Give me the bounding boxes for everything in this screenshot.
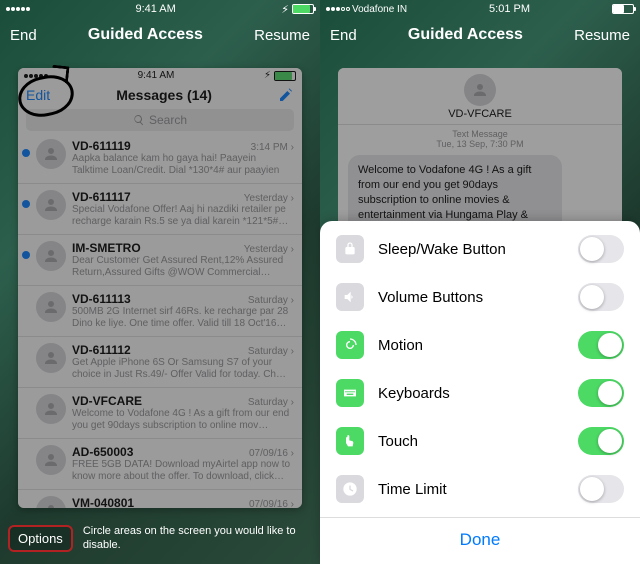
avatar	[36, 190, 66, 220]
time: Saturday ›	[248, 295, 294, 306]
avatar	[36, 445, 66, 475]
options-sheet: Sleep/Wake Button Volume Buttons Motion Key…	[320, 221, 640, 564]
avatar	[36, 394, 66, 424]
preview: Aapka balance kam ho gaya hai! Paayein T…	[72, 153, 294, 177]
time-icon	[336, 475, 364, 503]
avatar	[36, 292, 66, 322]
search-icon	[133, 114, 145, 126]
end-button[interactable]: End	[10, 27, 37, 44]
option-row: Time Limit	[320, 465, 640, 513]
time: 3:14 PM ›	[251, 142, 294, 153]
message-row[interactable]: VD-611119 3:14 PM ›Aapka balance kam ho g…	[18, 133, 302, 184]
status-bar: Vodafone IN 5:01 PM	[320, 0, 640, 18]
toggle-switch[interactable]	[578, 235, 624, 263]
unread-dot	[22, 251, 30, 259]
time: 07/09/16 ›	[249, 448, 294, 459]
message-row[interactable]: VM-04080107/09/16 ›Book Train tkts with …	[18, 490, 302, 508]
preview: Special Vodafone Offer! Aaj hi nazdiki r…	[72, 204, 294, 228]
ga-title: Guided Access	[88, 26, 203, 44]
preview: FREE 5GB DATA! Download myAirtel app now…	[72, 459, 294, 483]
status-time: 9:41 AM	[135, 3, 175, 15]
preview: Get Apple iPhone 6S Or Samsung S7 of you…	[72, 357, 294, 381]
time: Saturday ›	[248, 397, 294, 408]
time: Yesterday ›	[244, 244, 294, 255]
sender: VD-611117	[72, 190, 131, 204]
search-input[interactable]: Search	[26, 109, 294, 131]
avatar	[36, 496, 66, 508]
options-button[interactable]: Options	[8, 525, 73, 552]
preview: Dear Customer Get Assured Rent,12% Assur…	[72, 255, 294, 279]
toggle-switch[interactable]	[578, 331, 624, 359]
message-row[interactable]: VD-611113 Saturday ›500MB 2G Internet sir…	[18, 286, 302, 337]
avatar	[36, 139, 66, 169]
compose-icon[interactable]	[278, 87, 294, 103]
motion-icon	[336, 331, 364, 359]
guided-access-header: End Guided Access Resume	[320, 18, 640, 52]
option-label: Sleep/Wake Button	[378, 241, 564, 258]
unread-dot	[22, 149, 30, 157]
message-row[interactable]: VD-611117 Yesterday ›Special Vodafone Off…	[18, 184, 302, 235]
edit-button[interactable]: Edit	[26, 87, 50, 103]
contact-name: VD-VFCARE	[448, 108, 512, 120]
time: Yesterday ›	[244, 193, 294, 204]
resume-button[interactable]: Resume	[574, 27, 630, 44]
message-row[interactable]: VD-VFCARE Saturday ›Welcome to Vodafone 4…	[18, 388, 302, 439]
avatar	[36, 241, 66, 271]
message-row[interactable]: VD-611112 Saturday ›Get Apple iPhone 6S O…	[18, 337, 302, 388]
left-phone: 9:41 AM ⚡︎ End Guided Access Resume 9:41…	[0, 0, 320, 564]
messages-title: Messages (14)	[50, 87, 278, 103]
end-button[interactable]: End	[330, 27, 357, 44]
option-row: Volume Buttons	[320, 273, 640, 321]
option-row: Sleep/Wake Button	[320, 225, 640, 273]
unread-dot	[22, 200, 30, 208]
preview: Welcome to Vodafone 4G ! As a gift from …	[72, 408, 294, 432]
guided-access-header: End Guided Access Resume	[0, 18, 320, 52]
touch-icon	[336, 427, 364, 455]
sender: VD-611119	[72, 139, 131, 153]
toggle-switch[interactable]	[578, 379, 624, 407]
inner-status-bar: 9:41 AM ⚡︎	[18, 68, 302, 83]
time: 07/09/16 ›	[249, 499, 294, 508]
status-time: 5:01 PM	[489, 3, 530, 15]
sender: VM-040801	[72, 496, 134, 508]
message-row[interactable]: AD-650003 07/09/16 ›FREE 5GB DATA! Downlo…	[18, 439, 302, 490]
keyboard-icon	[336, 379, 364, 407]
sender: IM-SMETRO	[72, 241, 141, 255]
option-label: Touch	[378, 433, 564, 450]
done-button[interactable]: Done	[320, 517, 640, 564]
messages-app-preview: 9:41 AM ⚡︎ Edit Messages (14) Search VD-…	[18, 68, 302, 508]
toggle-switch[interactable]	[578, 283, 624, 311]
bottom-bar: Options Circle areas on the screen you w…	[0, 512, 320, 564]
toggle-switch[interactable]	[578, 475, 624, 503]
option-row: Keyboards	[320, 369, 640, 417]
option-label: Motion	[378, 337, 564, 354]
resume-button[interactable]: Resume	[254, 27, 310, 44]
option-row: Motion	[320, 321, 640, 369]
toggle-switch[interactable]	[578, 427, 624, 455]
sender: AD-650003	[72, 445, 133, 459]
option-row: Touch	[320, 417, 640, 465]
preview: 500MB 2G Internet sirf 46Rs. ke recharge…	[72, 306, 294, 330]
status-bar: 9:41 AM ⚡︎	[0, 0, 320, 18]
option-label: Time Limit	[378, 481, 564, 498]
hint-text: Circle areas on the screen you would lik…	[83, 524, 312, 553]
contact-avatar	[464, 74, 496, 106]
sender: VD-VFCARE	[72, 394, 142, 408]
time: Saturday ›	[248, 346, 294, 357]
ga-title: Guided Access	[408, 26, 523, 44]
right-phone: Vodafone IN 5:01 PM End Guided Access Re…	[320, 0, 640, 564]
sender: VD-611112	[72, 343, 131, 357]
lock-icon	[336, 235, 364, 263]
sender: VD-611113	[72, 292, 131, 306]
option-label: Keyboards	[378, 385, 564, 402]
volume-icon	[336, 283, 364, 311]
message-row[interactable]: IM-SMETRO Yesterday ›Dear Customer Get As…	[18, 235, 302, 286]
avatar	[36, 343, 66, 373]
option-label: Volume Buttons	[378, 289, 564, 306]
